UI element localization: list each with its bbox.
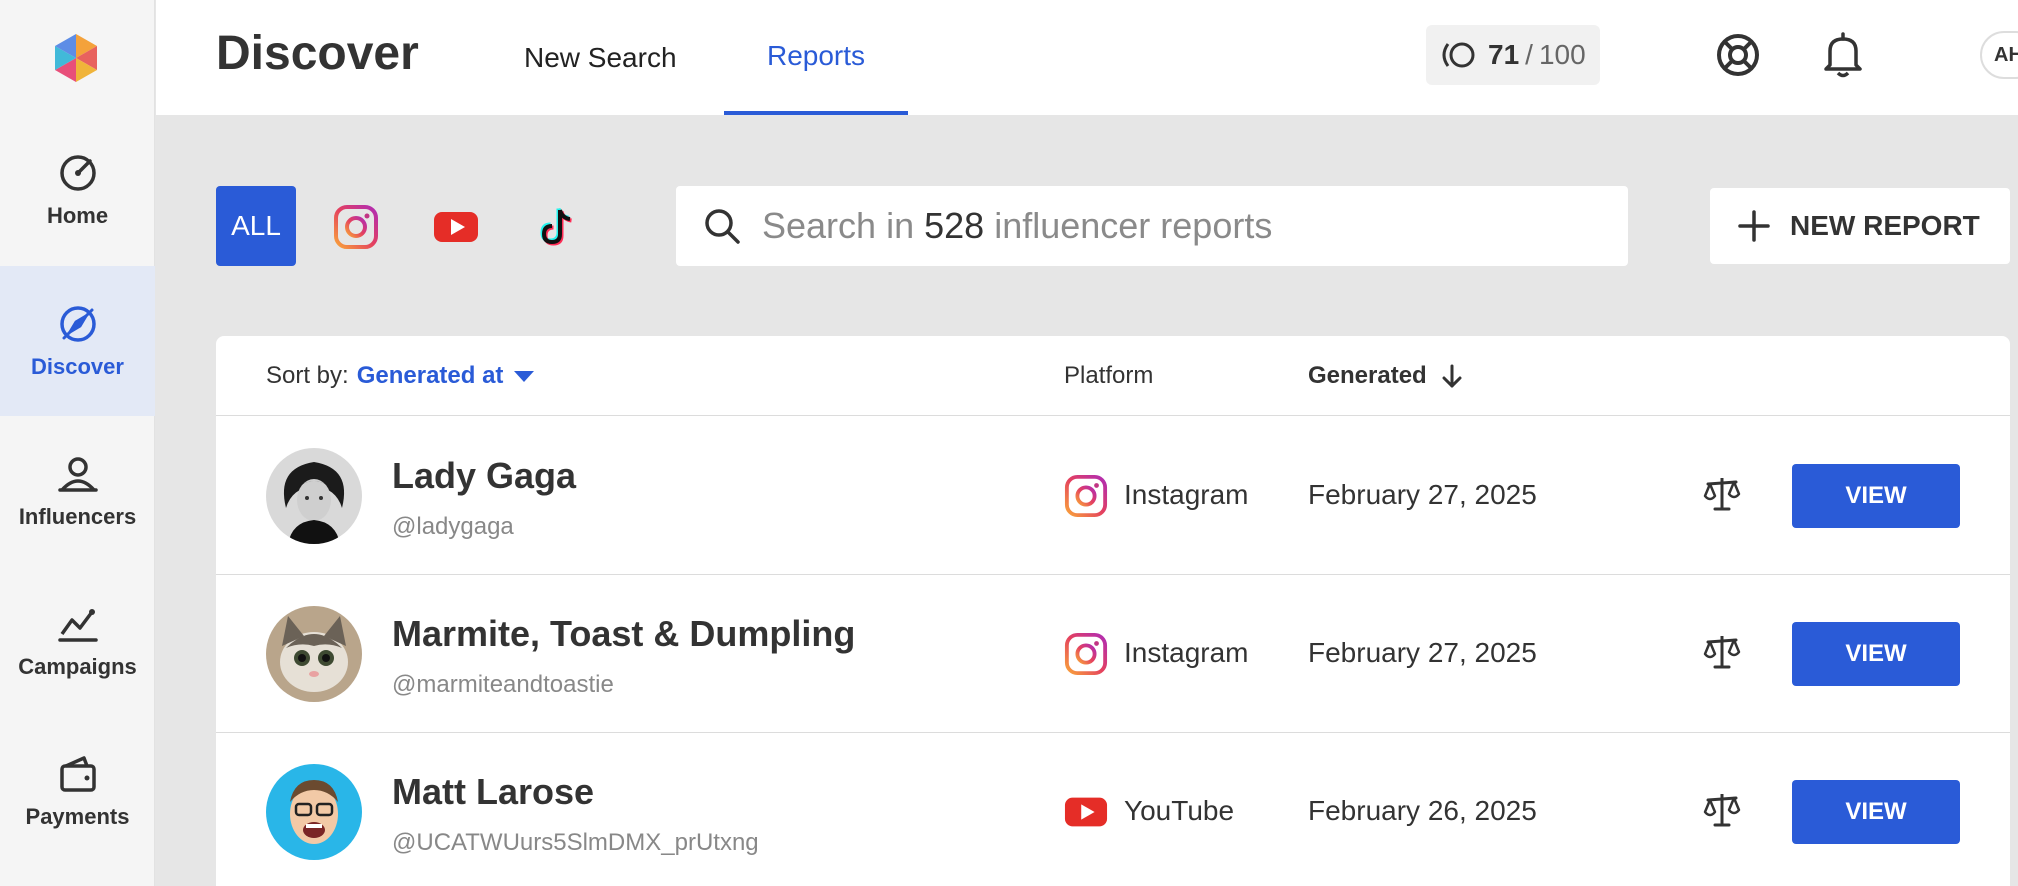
sidebar-item-payments[interactable]: Payments: [0, 716, 155, 866]
platform-name: Instagram: [1124, 637, 1249, 668]
bell-icon[interactable]: [1820, 31, 1866, 79]
tiktok-icon[interactable]: [533, 204, 579, 250]
top-header: Discover New Search Reports 71 / 100 AH: [156, 0, 2018, 115]
sidebar-item-discover[interactable]: Discover: [0, 266, 155, 416]
table-row[interactable]: Marmite, Toast & Dumpling @marmiteandtoa…: [216, 575, 2010, 733]
search-prefix: Search in: [762, 205, 915, 246]
new-report-label: NEW REPORT: [1790, 210, 1980, 241]
avatar: [266, 606, 362, 702]
sidebar-item-label: Discover: [31, 354, 124, 379]
sidebar: Home Discover Influencers Campaigns Paym…: [0, 0, 155, 886]
view-button[interactable]: VIEW: [1792, 780, 1960, 844]
table-row[interactable]: Lady Gaga @ladygaga Instagram February 2…: [216, 417, 2010, 575]
scale-icon[interactable]: [1702, 790, 1742, 830]
influencer-name[interactable]: Matt Larose: [392, 771, 594, 813]
wallet-icon: [59, 756, 96, 792]
column-header-platform: Platform: [1064, 362, 1154, 389]
caret-down-icon[interactable]: [513, 369, 535, 383]
instagram-icon[interactable]: [333, 204, 379, 250]
app-logo-icon[interactable]: [50, 32, 102, 84]
influencer-name[interactable]: Lady Gaga: [392, 455, 576, 497]
sidebar-item-influencers[interactable]: Influencers: [0, 416, 155, 566]
sidebar-item-label: Influencers: [18, 504, 137, 529]
search-icon: [705, 209, 740, 244]
tab-new-search[interactable]: New Search: [524, 0, 677, 115]
sidebar-item-label: Campaigns: [18, 654, 137, 679]
youtube-icon: [1064, 797, 1108, 827]
search-suffix: influencer reports: [994, 205, 1273, 246]
search-placeholder: Search in 528 influencer reports: [762, 205, 1272, 247]
instagram-icon: [1064, 632, 1108, 676]
youtube-icon[interactable]: [433, 204, 479, 250]
generated-date: February 27, 2025: [1308, 637, 1537, 668]
generated-date: February 26, 2025: [1308, 795, 1537, 826]
gauge-icon: [59, 155, 96, 191]
influencer-name[interactable]: Marmite, Toast & Dumpling: [392, 613, 855, 655]
sidebar-item-label: Home: [46, 203, 109, 228]
scale-icon[interactable]: [1702, 474, 1742, 514]
view-button[interactable]: VIEW: [1792, 464, 1960, 528]
platform-name: Instagram: [1124, 479, 1249, 510]
app-root: Home Discover Influencers Campaigns Paym…: [0, 0, 2018, 886]
new-report-button[interactable]: NEW REPORT: [1710, 188, 2010, 264]
avatar: [266, 764, 362, 860]
column-header-generated-label: Generated: [1308, 362, 1427, 389]
sidebar-item-home[interactable]: Home: [0, 115, 155, 265]
compass-icon: [59, 306, 96, 342]
credits-counter[interactable]: 71 / 100: [1426, 25, 1600, 85]
arrow-down-icon: [1442, 364, 1462, 388]
plus-icon: [1738, 210, 1770, 242]
search-count: 528: [924, 205, 985, 246]
instagram-icon: [1064, 474, 1108, 518]
influencer-handle: @marmiteandtoastie: [392, 671, 614, 698]
reports-table: Sort by: Generated at Platform Generated: [216, 336, 2010, 886]
credits-total: 100: [1538, 39, 1586, 70]
user-avatar[interactable]: AH: [1980, 31, 2018, 79]
influencer-handle: @UCATWUurs5SlmDMX_prUtxng: [392, 829, 759, 856]
credits-icon: [1442, 42, 1475, 68]
column-header-generated[interactable]: Generated: [1308, 362, 1465, 390]
sort-dropdown[interactable]: Generated at: [357, 362, 504, 390]
chart-icon: [57, 609, 98, 642]
filter-all-button[interactable]: ALL: [216, 186, 296, 266]
credits-separator: /: [1525, 39, 1533, 70]
tab-reports[interactable]: Reports: [724, 0, 908, 115]
influencer-handle: @ladygaga: [392, 513, 514, 540]
platform-name: YouTube: [1124, 795, 1235, 826]
table-row[interactable]: Matt Larose @UCATWUurs5SlmDMX_prUtxng Yo…: [216, 733, 2010, 886]
user-icon: [57, 457, 98, 492]
credits-used: 71: [1488, 39, 1520, 70]
avatar: [266, 448, 362, 544]
view-button[interactable]: VIEW: [1792, 622, 1960, 686]
table-header: Sort by: Generated at Platform Generated: [216, 336, 2010, 416]
lifebuoy-icon[interactable]: [1714, 31, 1762, 79]
sort-by-label: Sort by:: [266, 362, 349, 389]
generated-date: February 27, 2025: [1308, 479, 1537, 510]
page-title: Discover: [216, 27, 419, 80]
sidebar-item-label: Payments: [25, 804, 130, 829]
sidebar-item-campaigns[interactable]: Campaigns: [0, 566, 155, 716]
sort-by: Sort by: Generated at: [266, 362, 535, 390]
scale-icon[interactable]: [1702, 632, 1742, 672]
search-input[interactable]: Search in 528 influencer reports: [676, 186, 1628, 266]
